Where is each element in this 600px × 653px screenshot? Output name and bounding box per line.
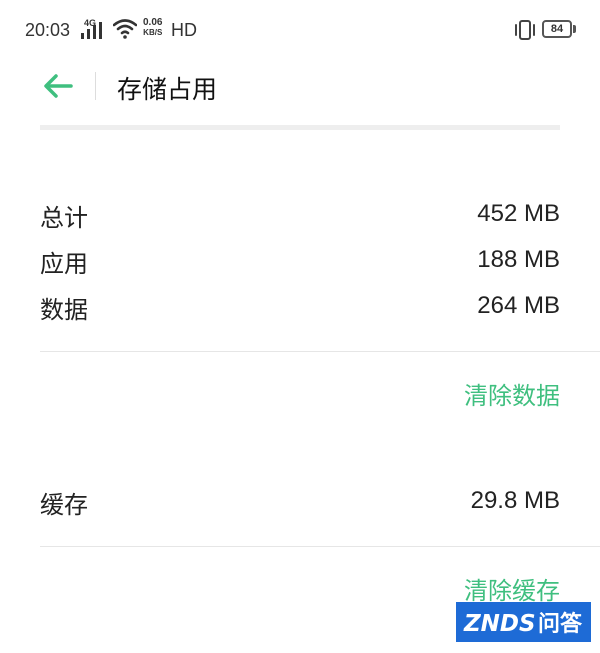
hd-indicator: HD xyxy=(171,20,197,40)
header-separator xyxy=(95,72,96,100)
vibrate-icon xyxy=(515,20,535,40)
battery-tip xyxy=(573,25,576,33)
wifi-icon xyxy=(113,19,137,39)
app-value: 188 MB xyxy=(477,246,560,273)
clear-data-button[interactable]: 清除数据 xyxy=(464,376,560,411)
header-divider xyxy=(40,125,560,130)
cache-label: 缓存 xyxy=(40,491,88,519)
battery-indicator: 84 xyxy=(542,20,572,38)
watermark-suffix: 问答 xyxy=(538,611,583,637)
network-speed-unit: KB/S xyxy=(143,28,163,37)
arrow-left-icon[interactable] xyxy=(42,72,74,100)
network-speed: 0.06 KB/S xyxy=(143,18,162,38)
status-time: 20:03 xyxy=(25,20,71,40)
cache-value: 29.8 MB xyxy=(470,487,560,514)
data-value: 264 MB xyxy=(477,292,560,319)
data-label: 数据 xyxy=(40,296,88,324)
storage-divider xyxy=(40,351,600,352)
clear-cache-button[interactable]: 清除缓存 xyxy=(464,571,560,606)
cache-divider xyxy=(40,546,600,547)
watermark-brand: ZNDS xyxy=(463,611,536,637)
app-label: 应用 xyxy=(40,250,88,278)
total-label: 总计 xyxy=(40,204,88,232)
page-title: 存储占用 xyxy=(117,75,218,104)
znds-watermark-logo: ZNDS 问答 xyxy=(456,602,591,642)
network-speed-value: 0.06 xyxy=(143,17,163,28)
total-value: 452 MB xyxy=(477,200,560,227)
battery-level: 84 xyxy=(550,23,564,35)
cellular-signal-icon xyxy=(81,22,102,39)
